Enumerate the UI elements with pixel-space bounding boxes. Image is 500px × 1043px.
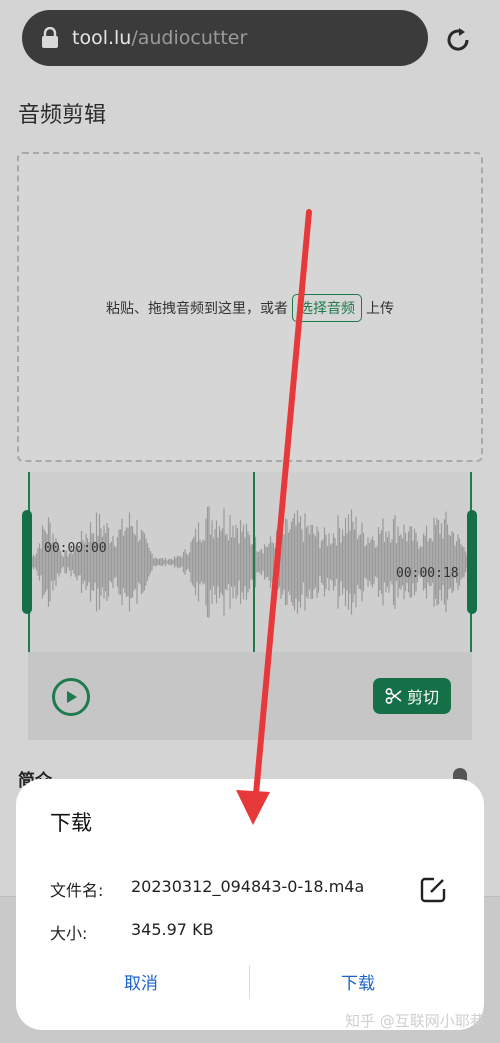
edit-icon [420, 877, 446, 903]
reload-icon [447, 28, 469, 51]
play-button[interactable] [52, 678, 90, 716]
start-time-label: 00:00:00 [44, 541, 107, 556]
page-title: 音频剪辑 [18, 103, 107, 128]
file-name-label: 文件名: [50, 881, 104, 900]
choose-audio-button[interactable]: 选择音频 [292, 294, 362, 322]
file-name-value: 20230312_094843-0-18.m4a [131, 877, 365, 896]
waveform-panel[interactable]: 00:00:00 00:00:18 [22, 472, 477, 652]
play-icon [67, 691, 77, 703]
action-divider [249, 965, 250, 999]
size-label: 大小: [50, 924, 88, 943]
drop-text-before: 粘贴、拖拽音频到这里，或者 [106, 301, 288, 317]
download-dialog: 下载 文件名: 20230312_094843-0-18.m4a 大小: 345… [16, 779, 484, 1030]
player-controls: 剪切 [28, 652, 472, 740]
address-bar[interactable]: tool.lu/audiocutter [22, 10, 428, 66]
url-text: tool.lu/audiocutter [72, 27, 247, 49]
trim-start-handle[interactable] [22, 510, 32, 614]
drop-instructions: 粘贴、拖拽音频到这里，或者 选择音频 上传 [19, 294, 481, 322]
playhead-line [253, 472, 255, 652]
watermark: 知乎 @互联网小耶巷 [345, 1012, 485, 1030]
cut-button[interactable]: 剪切 [373, 678, 451, 714]
edit-file-name-button[interactable] [418, 875, 448, 905]
reload-button[interactable] [440, 22, 476, 58]
cancel-button[interactable]: 取消 [71, 969, 211, 994]
dialog-title: 下载 [50, 811, 92, 835]
cut-label: 剪切 [406, 688, 439, 707]
scissors-icon [385, 688, 402, 704]
url-host: tool.lu [72, 27, 132, 49]
download-button[interactable]: 下载 [288, 969, 428, 994]
audio-drop-zone[interactable]: 粘贴、拖拽音频到这里，或者 选择音频 上传 [17, 152, 483, 462]
url-path: /audiocutter [131, 27, 248, 49]
lock-icon [42, 27, 58, 48]
drop-text-after: 上传 [366, 301, 394, 317]
audio-waveform [31, 506, 468, 618]
waveform-bars [31, 506, 468, 618]
size-value: 345.97 KB [131, 920, 214, 939]
end-time-label: 00:00:18 [396, 566, 459, 581]
dialog-actions: 取消 下载 [16, 965, 484, 1001]
trim-end-handle[interactable] [467, 510, 477, 614]
